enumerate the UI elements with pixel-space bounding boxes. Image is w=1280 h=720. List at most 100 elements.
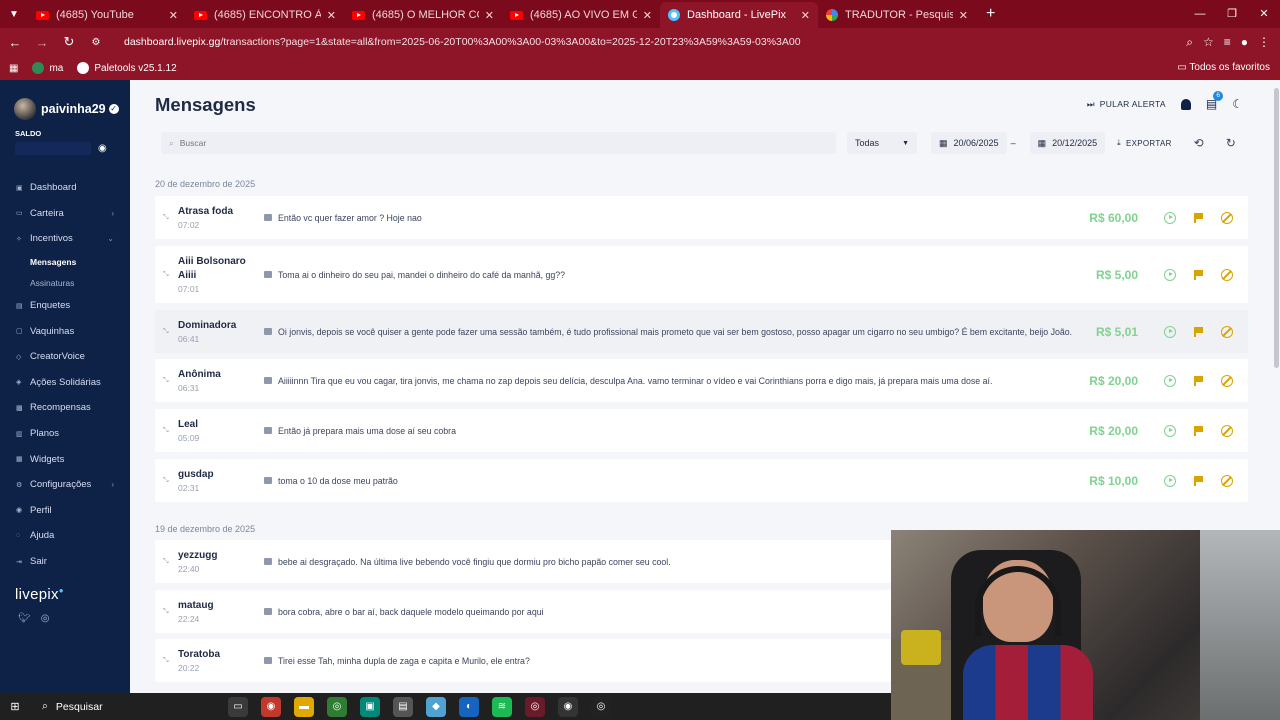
close-tab-icon[interactable]: ✕: [485, 9, 494, 22]
all-bookmarks[interactable]: ▭ Todos os favoritos: [1177, 62, 1270, 73]
drag-handle-icon[interactable]: ⤡: [163, 328, 169, 336]
state-select[interactable]: Todas ▼: [847, 132, 917, 154]
flag-icon[interactable]: [1194, 475, 1203, 486]
dark-mode-icon[interactable]: ☾: [1232, 97, 1243, 111]
sidebar-item-acoes-solidarias[interactable]: ◈ Ações Solidárias: [0, 370, 130, 396]
block-icon[interactable]: [1221, 325, 1233, 338]
sidebar-item-carteira[interactable]: ▭ Carteira ›: [0, 201, 130, 227]
refresh-icon[interactable]: ↻: [1226, 136, 1236, 150]
site-info-icon[interactable]: ⚙: [84, 37, 108, 48]
sidebar-item-recompensas[interactable]: ▩ Recompensas: [0, 395, 130, 421]
task-view-icon[interactable]: ▭: [228, 696, 248, 717]
message-row[interactable]: ⤡ Leal 05:09 Então já prepara mais uma d…: [155, 409, 1248, 452]
eye-icon[interactable]: ◉: [98, 143, 107, 154]
instagram-icon[interactable]: ◎: [41, 613, 50, 624]
drag-handle-icon[interactable]: ⤡: [163, 657, 169, 665]
skip-alert-button[interactable]: ⏭ PULAR ALERTA: [1087, 99, 1166, 110]
sidebar-item-ajuda[interactable]: ◌ Ajuda: [0, 523, 130, 549]
message-row[interactable]: ⤡ Atrasa foda 07:02 Então vc quer fazer …: [155, 196, 1248, 239]
scrollbar-thumb[interactable]: [1274, 88, 1279, 368]
message-row[interactable]: ⤡ Aiii Bolsonaro Aiiii 07:01 Toma ai o d…: [155, 246, 1248, 303]
tab-search-icon[interactable]: ▼: [0, 0, 28, 28]
close-tab-icon[interactable]: ✕: [169, 9, 178, 22]
block-icon[interactable]: [1221, 268, 1233, 281]
sidebar-item-enquetes[interactable]: ▤ Enquetes: [0, 293, 130, 319]
replay-icon[interactable]: [1164, 474, 1176, 487]
browser-tab[interactable]: Dashboard - LivePix ✕: [660, 2, 818, 28]
sidebar-item-widgets[interactable]: ▦ Widgets: [0, 446, 130, 472]
forward-icon[interactable]: →: [30, 35, 54, 50]
app-icon[interactable]: ◆: [426, 696, 446, 717]
flag-icon[interactable]: [1194, 212, 1203, 223]
sync-icon[interactable]: ⟲: [1194, 136, 1204, 150]
twitter-icon[interactable]: 🐦︎: [18, 613, 31, 624]
drag-handle-icon[interactable]: ⤡: [163, 427, 169, 435]
sidebar-item-incentivos[interactable]: ✧ Incentivos ⌄: [0, 226, 130, 252]
sidebar-item-vaquinhas[interactable]: ▢ Vaquinhas: [0, 318, 130, 344]
sidebar-item-dashboard[interactable]: ▣ Dashboard: [0, 175, 130, 201]
media-icon[interactable]: ≡: [1224, 35, 1231, 50]
chrome-icon[interactable]: ◎: [327, 696, 347, 717]
bookmark-paletools[interactable]: Paletools v25.1.12: [77, 62, 177, 74]
extension-icon[interactable]: ●: [1241, 35, 1248, 50]
url-field[interactable]: dashboard.livepix.gg/transactions?page=1…: [124, 36, 1186, 48]
back-icon[interactable]: ←: [3, 35, 27, 50]
browser-tab[interactable]: (4685) AO VIVO EM GOIÂNIA, F ✕: [502, 2, 660, 28]
minimize-icon[interactable]: —: [1184, 0, 1216, 28]
replay-icon[interactable]: [1164, 211, 1176, 224]
message-row[interactable]: ⤡ Dominadora 06:41 Oi jonvis, depois se …: [155, 310, 1248, 353]
replay-icon[interactable]: [1164, 325, 1176, 338]
flag-icon[interactable]: [1194, 326, 1203, 337]
taskbar-search[interactable]: ⌕ Pesquisar: [36, 693, 216, 720]
reload-icon[interactable]: ↻: [57, 34, 81, 50]
bell-icon[interactable]: [1180, 98, 1191, 110]
bookmark-star-icon[interactable]: ☆: [1203, 35, 1214, 50]
restore-icon[interactable]: ❐: [1216, 0, 1248, 28]
app-icon[interactable]: ◎: [591, 696, 611, 717]
file-explorer-icon[interactable]: ▬: [294, 696, 314, 717]
bookmark-ma[interactable]: ma: [32, 62, 63, 74]
message-row[interactable]: ⤡ Anônima 06:31 Aiiiiinnn Tira que eu vo…: [155, 359, 1248, 402]
zoom-icon[interactable]: ⌕: [1186, 35, 1193, 50]
sidebar-item-assinaturas[interactable]: Assinaturas: [0, 272, 130, 293]
sidebar-item-creatorvoice[interactable]: ◇ CreatorVoice: [0, 344, 130, 370]
new-tab-button[interactable]: +: [986, 5, 995, 23]
windows-start-icon[interactable]: ⊞: [0, 700, 30, 713]
block-icon[interactable]: [1221, 211, 1233, 224]
queue-icon[interactable]: ▤ 6: [1206, 91, 1224, 111]
sidebar-item-mensagens[interactable]: Mensagens: [0, 252, 130, 273]
close-tab-icon[interactable]: ✕: [327, 9, 336, 22]
spotify-icon[interactable]: ≋: [492, 696, 512, 717]
app-icon[interactable]: ◉: [261, 696, 281, 717]
drag-handle-icon[interactable]: ⤡: [163, 271, 169, 279]
message-row[interactable]: ⤡ gusdap 02:31 toma o 10 da dose meu pat…: [155, 459, 1248, 502]
profile[interactable]: paivinha29 ✓: [0, 80, 130, 120]
flag-icon[interactable]: [1194, 425, 1203, 436]
app-icon[interactable]: ▤: [393, 696, 413, 717]
sidebar-item-configuracoes[interactable]: ⚙ Configurações ›: [0, 472, 130, 498]
block-icon[interactable]: [1221, 424, 1233, 437]
browser-tab[interactable]: (4685) YouTube ✕: [28, 2, 186, 28]
search-box[interactable]: ⌕: [161, 132, 836, 154]
sidebar-item-sair[interactable]: ⇥ Sair: [0, 549, 130, 575]
date-to[interactable]: ▦ 20/12/2025: [1029, 132, 1106, 154]
sidebar-item-planos[interactable]: ▥ Planos: [0, 421, 130, 447]
menu-dots-icon[interactable]: ⋮: [1258, 35, 1270, 50]
app-icon[interactable]: ◉: [558, 696, 578, 717]
block-icon[interactable]: [1221, 474, 1233, 487]
close-window-icon[interactable]: ✕: [1248, 0, 1280, 28]
flag-icon[interactable]: [1194, 269, 1203, 280]
drag-handle-icon[interactable]: ⤡: [163, 477, 169, 485]
sidebar-item-perfil[interactable]: ◉ Perfil: [0, 498, 130, 524]
drag-handle-icon[interactable]: ⤡: [163, 377, 169, 385]
close-tab-icon[interactable]: ✕: [643, 9, 652, 22]
block-icon[interactable]: [1221, 374, 1233, 387]
close-tab-icon[interactable]: ✕: [959, 9, 968, 22]
drag-handle-icon[interactable]: ⤡: [163, 558, 169, 566]
app-icon[interactable]: ▣: [360, 696, 380, 717]
drag-handle-icon[interactable]: ⤡: [163, 608, 169, 616]
date-from[interactable]: ▦ 20/06/2025: [931, 132, 1007, 154]
drag-handle-icon[interactable]: ⤡: [163, 214, 169, 222]
flag-icon[interactable]: [1194, 375, 1203, 386]
close-tab-icon[interactable]: ✕: [801, 9, 810, 22]
